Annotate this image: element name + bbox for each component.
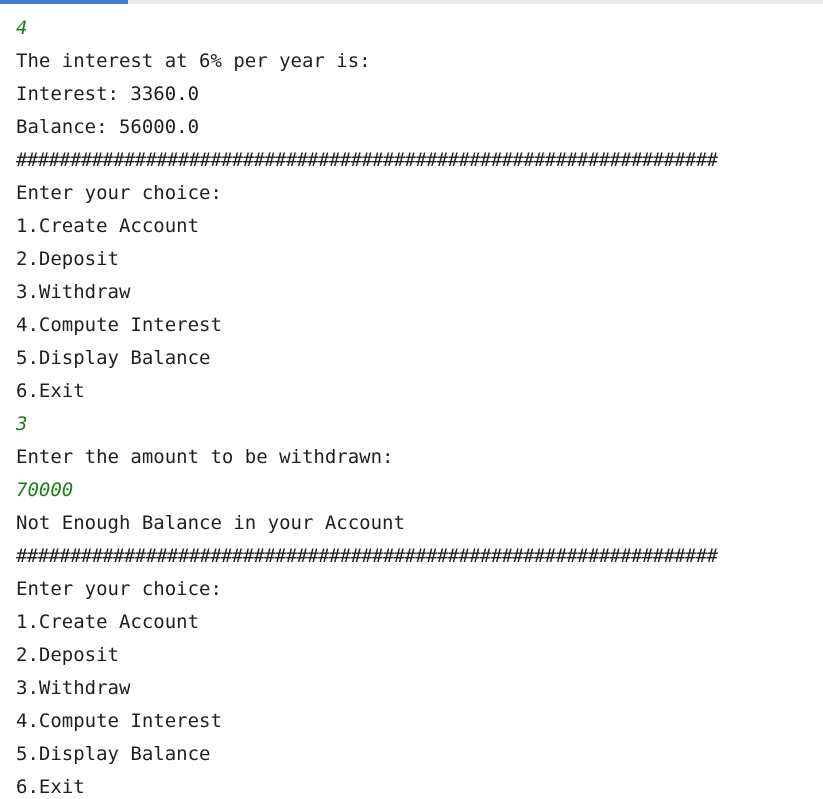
console-output-line: 1.Create Account — [16, 215, 200, 237]
console-output-line: 3.Withdraw — [16, 677, 131, 699]
console-output-line: 3.Withdraw — [16, 281, 131, 303]
console-output-line: Enter your choice: — [16, 578, 222, 600]
console-input-line: 4 — [16, 17, 28, 39]
console-output-line: 2.Deposit — [16, 644, 119, 666]
console-output-line: Enter your choice: — [16, 182, 222, 204]
console-output-line: Interest: 3360.0 — [16, 83, 200, 105]
console-output-line: Enter the amount to be withdrawn: — [16, 446, 394, 468]
console-output-line: 2.Deposit — [16, 248, 119, 270]
console-output-line: The interest at 6% per year is: — [16, 50, 371, 72]
console-output-line: 4.Compute Interest — [16, 710, 222, 732]
console-lines: 4 The interest at 6% per year is: Interest… — [16, 12, 823, 799]
console-separator-line: ########################################… — [16, 545, 718, 567]
console-output-line: 5.Display Balance — [16, 347, 211, 369]
console-input-line: 70000 — [16, 479, 74, 501]
console-output-line: 1.Create Account — [16, 611, 200, 633]
console-output-line: 5.Display Balance — [16, 743, 211, 765]
console-output-line: 4.Compute Interest — [16, 314, 222, 336]
console-output-line: 6.Exit — [16, 380, 85, 402]
console-separator-line: ########################################… — [16, 149, 718, 171]
progress-indicator — [0, 0, 128, 4]
console-output-line: 6.Exit — [16, 776, 85, 798]
console-output-panel[interactable]: 4 The interest at 6% per year is: Interest… — [0, 0, 823, 799]
console-output-line: Balance: 56000.0 — [16, 116, 200, 138]
console-output-line: Not Enough Balance in your Account — [16, 512, 405, 534]
console-input-line: 3 — [16, 413, 28, 435]
progress-track — [0, 0, 823, 4]
